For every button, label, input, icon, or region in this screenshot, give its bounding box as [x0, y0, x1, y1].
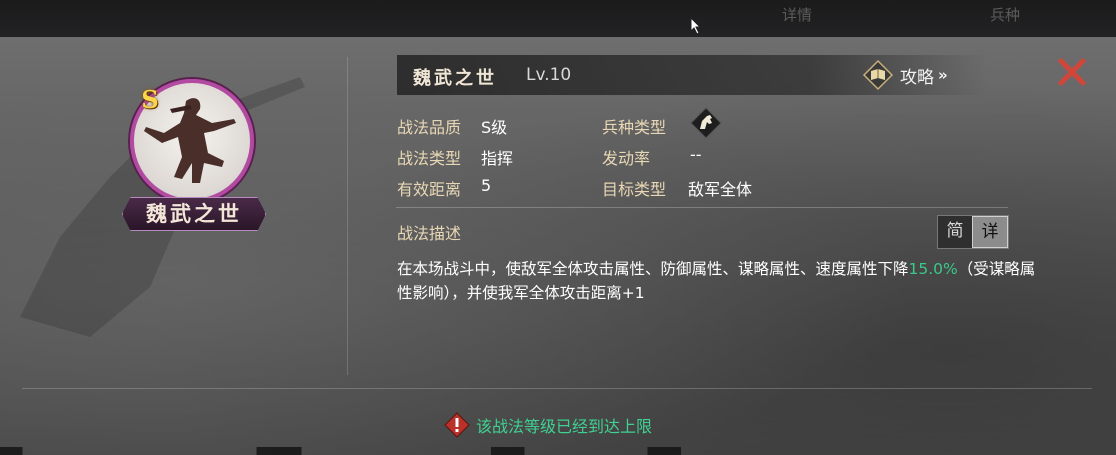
tab-details[interactable]: 详情: [782, 4, 812, 25]
toggle-simple[interactable]: 简: [938, 216, 972, 248]
warning-icon: [444, 412, 470, 438]
description-text: 在本场战斗中，使敌军全体攻击属性、防御属性、谋略属性、速度属性下降15.0%（受…: [397, 257, 1037, 305]
skill-level: Lv.10: [526, 65, 572, 85]
max-level-notice: 该战法等级已经到达上限: [444, 412, 652, 438]
close-icon[interactable]: [1056, 56, 1088, 88]
description-text-before: 在本场战斗中，使敌军全体攻击属性、防御属性、谋略属性、速度属性下降: [397, 260, 909, 278]
guide-button[interactable]: 攻略 »: [862, 58, 948, 92]
book-icon: [862, 59, 894, 91]
horizontal-divider: [22, 388, 1092, 389]
trigger-rate-value: --: [690, 145, 702, 164]
skill-name: 魏武之世: [413, 68, 497, 89]
grade-badge: S: [141, 85, 159, 114]
top-bar: 详情 兵种: [0, 0, 1116, 37]
description-highlight: 15.0%: [908, 260, 958, 278]
range-value: 5: [481, 176, 492, 195]
troop-type-label: 兵种类型: [602, 118, 667, 137]
quality-label: 战法品质: [397, 118, 462, 137]
target-type-value: 敌军全体: [688, 180, 753, 199]
type-value: 指挥: [481, 149, 514, 168]
trigger-rate-label: 发动率: [602, 149, 651, 168]
target-type-label: 目标类型: [602, 180, 667, 199]
portrait-name-plate: 魏武之世: [122, 197, 266, 231]
vertical-divider: [347, 57, 348, 375]
skill-detail-panel: S 魏武之世 魏武之世 Lv.10 攻略 » 战法品质 S级 战法类型 指挥 有…: [0, 37, 1116, 455]
double-chevron-right-icon: »: [938, 66, 948, 84]
range-label: 有效距离: [397, 180, 462, 199]
bottom-decoration: [0, 447, 1116, 455]
quality-value: S级: [481, 118, 508, 137]
section-divider: [396, 207, 1008, 208]
type-label: 战法类型: [397, 149, 462, 168]
mouse-cursor-icon: [690, 17, 702, 35]
tab-troops[interactable]: 兵种: [990, 4, 1020, 25]
description-label: 战法描述: [397, 224, 462, 243]
notice-text: 该战法等级已经到达上限: [476, 417, 653, 436]
toggle-detail[interactable]: 详: [972, 216, 1008, 248]
description-mode-toggle: 简 详: [937, 215, 1009, 249]
guide-label: 攻略: [900, 67, 934, 88]
horse-icon: [690, 107, 722, 139]
